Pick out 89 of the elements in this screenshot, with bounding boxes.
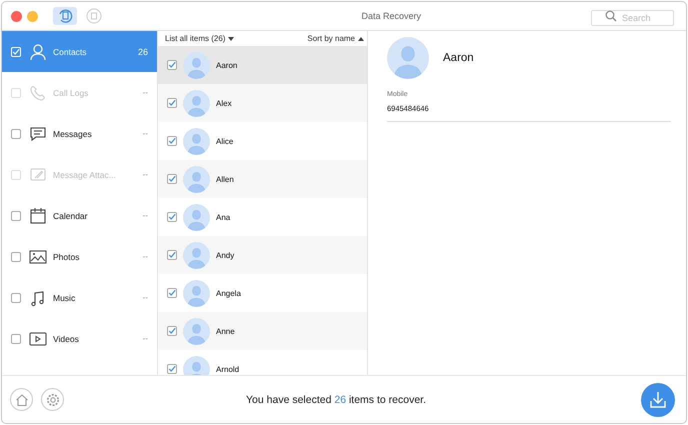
checkbox[interactable]: [11, 334, 21, 344]
selection-message: You have selected 26 items to recover.: [245, 394, 427, 406]
avatar-icon: [183, 280, 210, 306]
checkbox[interactable]: [167, 288, 177, 298]
search-field[interactable]: Search: [591, 10, 674, 26]
contact-name: Alice: [216, 136, 234, 146]
caret-down-icon[interactable]: [228, 36, 234, 40]
checkbox[interactable]: [167, 212, 177, 222]
chat-bubble-icon: [29, 124, 47, 142]
item-count: --: [142, 129, 148, 138]
avatar-icon: [183, 52, 210, 78]
contact-name: Anne: [216, 326, 235, 336]
checkbox[interactable]: [167, 136, 177, 146]
category-label: Call Logs: [53, 88, 90, 98]
phone-icon: [29, 84, 47, 102]
contact-row[interactable]: Alice: [158, 122, 367, 160]
sidebar-item[interactable]: Videos --: [2, 318, 157, 359]
item-count: --: [142, 252, 148, 261]
contact-name: Aaron: [443, 52, 474, 64]
item-count: --: [142, 211, 148, 220]
minimize-button[interactable]: [27, 10, 38, 22]
category-label: Contacts: [53, 46, 88, 56]
download-icon: [648, 390, 668, 410]
category-label: Calendar: [53, 210, 88, 220]
contact-row[interactable]: Arnold: [158, 350, 367, 375]
contact-name: Arnold: [216, 364, 240, 374]
checkbox[interactable]: [11, 252, 21, 262]
sidebar-item[interactable]: Photos --: [2, 236, 157, 277]
settings-icon: [46, 392, 60, 406]
search-icon: [605, 10, 617, 22]
checkbox[interactable]: [167, 250, 177, 260]
contact-name: Angela: [216, 288, 241, 298]
avatar-icon: [183, 242, 210, 268]
home-icon: [14, 392, 28, 406]
recover-button[interactable]: [641, 382, 675, 416]
avatar-icon: [183, 128, 210, 154]
item-count: --: [142, 334, 148, 343]
image-icon: [29, 248, 47, 266]
checkbox[interactable]: [167, 174, 177, 184]
close-button[interactable]: [11, 10, 22, 22]
sort-button[interactable]: Sort by name: [307, 34, 364, 43]
category-label: Message Attac...: [53, 170, 117, 180]
contact-name: Alex: [216, 98, 232, 108]
backup-icon: [86, 8, 102, 24]
checkbox[interactable]: [11, 210, 21, 220]
contact-row[interactable]: Andy: [158, 236, 367, 274]
person-icon: [29, 42, 47, 60]
calendar-icon: [29, 206, 47, 224]
contact-name: Aaron: [216, 60, 238, 70]
item-count: 26: [138, 46, 148, 56]
contact-row[interactable]: Angela: [158, 274, 367, 312]
checkbox[interactable]: [167, 60, 177, 70]
contact-row[interactable]: Anne: [158, 312, 367, 350]
checkbox[interactable]: [167, 364, 177, 374]
document-recover-icon: [57, 8, 73, 24]
checkbox[interactable]: [11, 292, 21, 302]
contact-row[interactable]: Allen: [158, 160, 367, 198]
avatar-icon: [183, 90, 210, 116]
avatar-icon: [183, 204, 210, 230]
avatar-icon: [183, 166, 210, 192]
contact-name: Ana: [216, 212, 230, 222]
item-count: --: [142, 88, 148, 97]
avatar-icon: [387, 37, 429, 79]
sidebar-item[interactable]: Music --: [2, 277, 157, 318]
category-label: Messages: [53, 128, 93, 138]
video-icon: [29, 330, 47, 348]
checkbox[interactable]: [167, 326, 177, 336]
checkbox[interactable]: [167, 98, 177, 108]
contact-row[interactable]: Aaron: [158, 46, 367, 84]
item-count: --: [142, 170, 148, 179]
home-button[interactable]: [10, 388, 33, 411]
category-label: Videos: [53, 334, 80, 344]
avatar-icon: [183, 356, 210, 375]
item-count: --: [142, 293, 148, 302]
avatar-icon: [183, 318, 210, 344]
window-title: Data Recovery: [361, 11, 421, 21]
contact-row[interactable]: Alex: [158, 84, 367, 122]
filter-dropdown[interactable]: List all items (26): [165, 34, 234, 43]
contact-row[interactable]: Ana: [158, 198, 367, 236]
settings-button[interactable]: [41, 388, 64, 411]
caret-up-icon[interactable]: [358, 36, 364, 40]
checkbox[interactable]: [11, 128, 21, 138]
category-label: Photos: [53, 252, 80, 262]
contact-name: Andy: [216, 250, 234, 260]
sidebar-item[interactable]: Calendar --: [2, 195, 157, 236]
mode-button[interactable]: [53, 7, 77, 25]
category-label: Music: [53, 292, 76, 302]
contact-name: Allen: [216, 174, 234, 184]
sidebar-item[interactable]: Messages --: [2, 113, 157, 154]
